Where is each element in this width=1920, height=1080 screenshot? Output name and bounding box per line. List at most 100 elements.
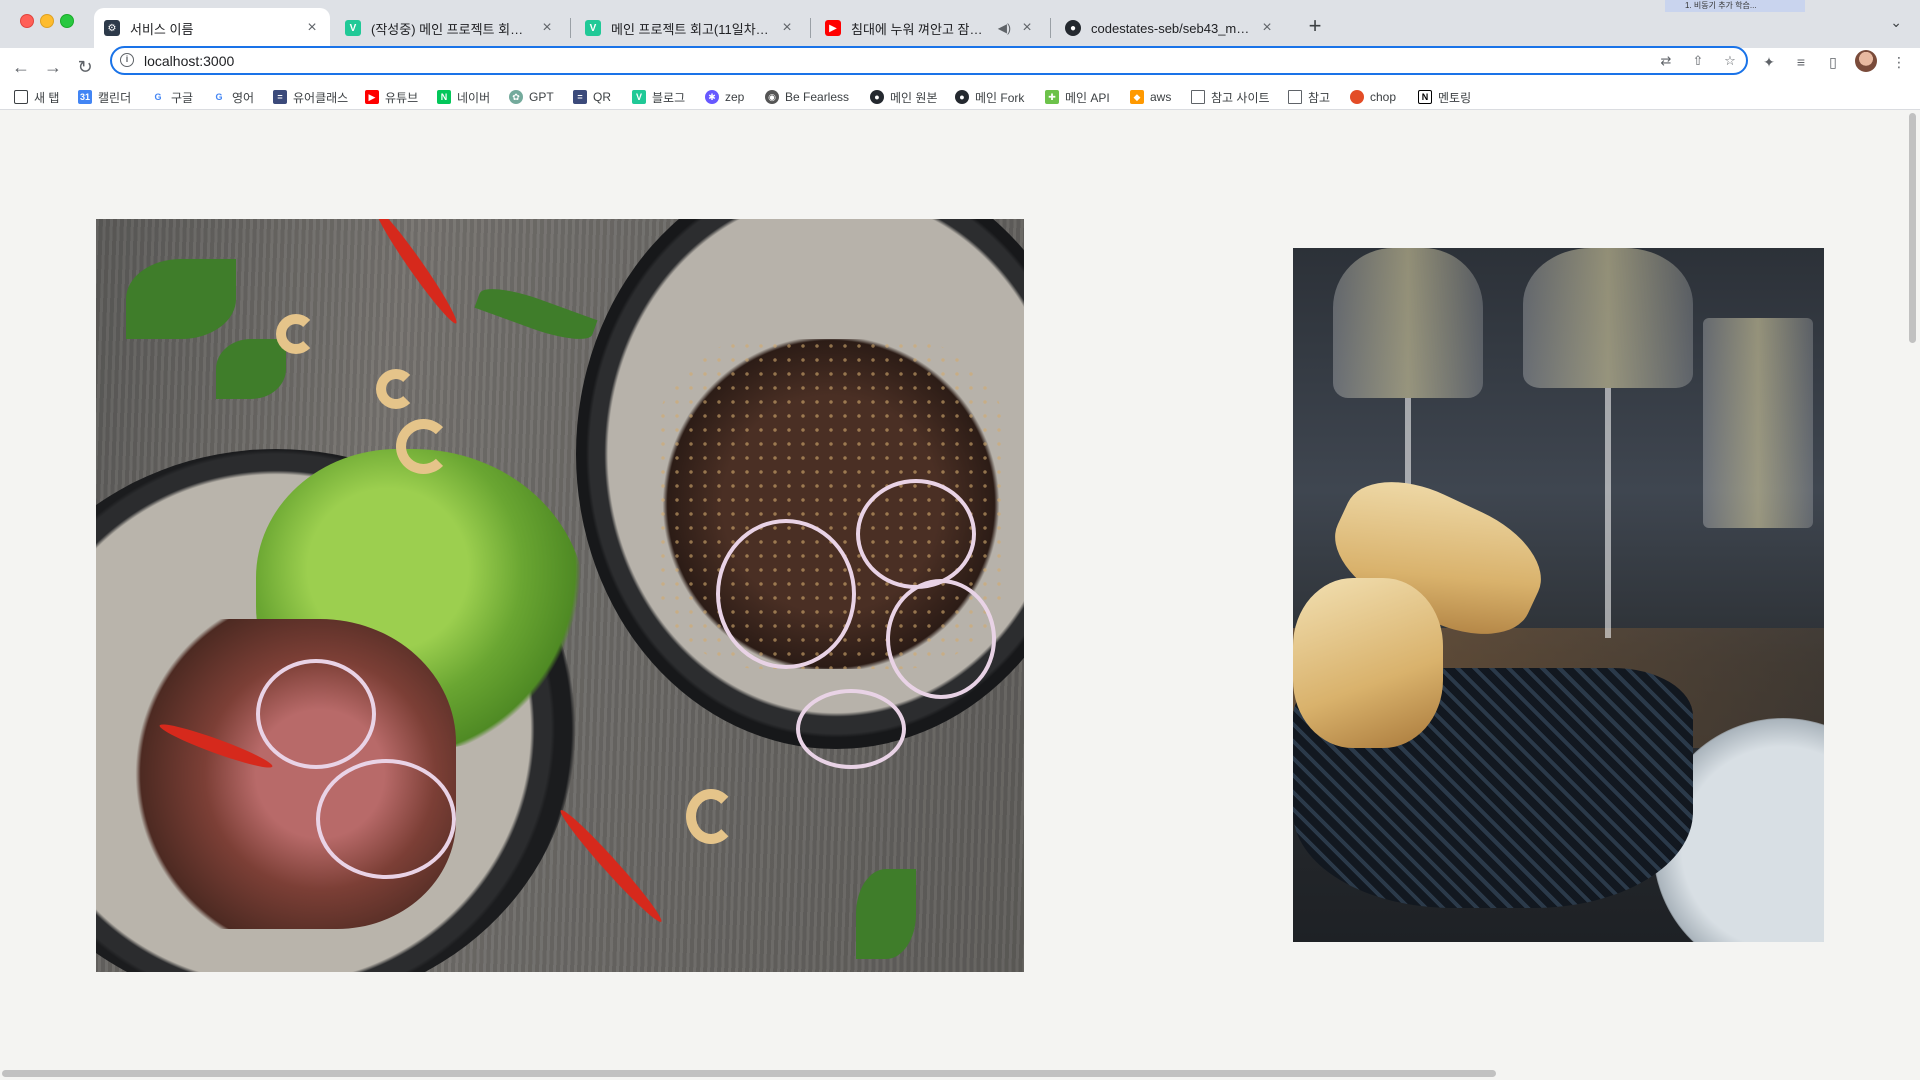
folder-icon [1288,90,1302,104]
bookmark-label: 블로그 [652,90,686,105]
bookmark-main-fork[interactable]: ● 메인 Fork [955,88,1024,106]
tab-youtube[interactable]: ▶ 침대에 누워 껴안고 잠드는 짙은 ◀︎) × [815,8,1045,48]
media-control-icon[interactable]: ≡ [1791,52,1811,72]
bookmark-qr[interactable]: = QR [573,88,611,106]
bookmark-label: QR [593,90,611,104]
tab-velog-day11[interactable]: V 메인 프로젝트 회고(11일차) 23050 × [575,8,805,48]
bread-slice [1293,578,1443,748]
cilantro-leaves [126,259,236,339]
site-info-icon[interactable]: i [120,53,134,67]
vertical-scrollbar[interactable] [1905,111,1920,1069]
close-tab-icon[interactable]: × [1259,20,1275,36]
zep-icon: ✱ [705,90,719,104]
translate-icon[interactable]: ⇄ [1658,53,1674,69]
menu-icon[interactable]: ⋮ [1889,52,1909,72]
onion-ring [316,759,456,879]
onion-ring [716,519,856,669]
bookmark-label: GPT [529,90,554,104]
new-tab-icon [14,90,28,104]
tab-title: codestates-seb/seb43_main_0 [1091,20,1251,36]
bookmark-new-tab[interactable]: 새 탭 [14,88,59,106]
close-tab-icon[interactable]: × [1019,20,1035,36]
address-bar[interactable]: i localhost:3000 ⇄ ⇧ ☆ [110,46,1748,75]
velog-icon: V [345,20,361,36]
horizontal-scrollbar[interactable] [0,1066,1905,1080]
tab-separator [1050,18,1051,38]
tab-github[interactable]: ● codestates-seb/seb43_main_0 × [1055,8,1285,48]
extensions-icon[interactable]: ✦ [1759,52,1779,72]
close-tab-icon[interactable]: × [779,20,795,36]
bookmark-google[interactable]: G 구글 [151,88,193,106]
bookmark-folder-reference[interactable]: 참고 [1288,88,1330,106]
youtube-icon: ▶ [825,20,841,36]
bookmark-label: Be Fearless [785,90,850,104]
eye-icon: ◉ [765,90,779,104]
github-icon: ● [1065,20,1081,36]
restaurant-table-photo [1293,248,1824,942]
folder-icon [1191,90,1205,104]
champagne-glass [1523,248,1693,388]
share-icon[interactable]: ⇧ [1690,53,1706,69]
tab-search-chevron-icon[interactable]: ⌄ [1890,14,1902,31]
velog-icon: V [585,20,601,36]
bookmark-label: 멘토링 [1438,90,1472,105]
tab-strip: ⚙ 서비스 이름 × V (작성중) 메인 프로젝트 회고(12일차) × V … [0,0,1920,48]
bookmark-gpt[interactable]: ✿ GPT [509,88,554,106]
reload-button[interactable]: ↻ [74,56,96,78]
github-icon: ● [955,90,969,104]
urclass-icon: = [273,90,287,104]
side-panel-icon[interactable]: ▯ [1823,52,1843,72]
bookmark-blog[interactable]: V 블로그 [632,88,685,106]
bookmark-mentoring[interactable]: N 멘토링 [1418,88,1471,106]
github-icon: ● [870,90,884,104]
minimize-window-button[interactable] [40,14,54,28]
bookmark-label: 영어 [232,90,255,105]
google-icon: G [154,92,162,102]
bookmark-main-api[interactable]: ✚ 메인 API [1045,88,1110,106]
bookmark-main-origin[interactable]: ● 메인 원본 [870,88,938,106]
bookmark-folder-reference-sites[interactable]: 참고 사이트 [1191,88,1270,106]
bookmark-star-icon[interactable]: ☆ [1722,53,1738,69]
app-icon: ⚙ [104,20,120,36]
back-button[interactable]: ← [10,56,32,78]
bookmark-be-fearless[interactable]: ◉ Be Fearless [765,88,849,106]
horizontal-scrollbar-thumb[interactable] [2,1070,1496,1077]
bookmark-label: aws [1150,90,1172,104]
food-plates-photo [96,219,1024,972]
bookmark-label: 구글 [171,90,194,105]
bookmark-naver[interactable]: N 네이버 [437,88,490,106]
bookmark-label: 메인 Fork [975,90,1025,105]
bookmark-label: 메인 API [1065,90,1110,105]
bookmarks-bar: 새 탭 31 캘린더 G 구글 G 영어 = 유어클래스 ▶ 유튜브 N 네이버… [0,84,1920,110]
tab-separator [570,18,571,38]
maximize-window-button[interactable] [60,14,74,28]
bookmark-calendar[interactable]: 31 캘린더 [78,88,131,106]
new-tab-button[interactable]: + [1300,12,1330,42]
tab-service-name[interactable]: ⚙ 서비스 이름 × [94,8,330,48]
bookmark-zep[interactable]: ✱ zep [705,88,744,106]
onion-ring [856,479,976,589]
bookmark-aws[interactable]: ◆ aws [1130,88,1171,106]
bookmark-label: 참고 [1308,90,1331,105]
browser-chrome: ⚙ 서비스 이름 × V (작성중) 메인 프로젝트 회고(12일차) × V … [0,0,1920,110]
tab-title: 침대에 누워 껴안고 잠드는 짙은 [851,21,992,37]
bookmark-english[interactable]: G 영어 [212,88,254,106]
tab-velog-draft[interactable]: V (작성중) 메인 프로젝트 회고(12일차) × [335,8,565,48]
vertical-scrollbar-thumb[interactable] [1909,113,1916,343]
close-tab-icon[interactable]: × [304,20,320,36]
bookmark-label: 메인 원본 [890,90,938,105]
glass-stem [1605,388,1611,638]
bookmark-chop[interactable]: chop [1350,88,1396,106]
bookmark-label: 유튜브 [385,90,419,105]
bookmark-urclass[interactable]: = 유어클래스 [273,88,348,106]
forward-button[interactable]: → [42,56,64,78]
tab-title: 서비스 이름 [130,21,194,37]
openai-icon: ✿ [509,90,523,104]
aws-icon: ◆ [1130,90,1144,104]
notification-strip: 1. 비동기 추가 학습... [1665,0,1805,12]
bookmark-youtube[interactable]: ▶ 유튜브 [365,88,418,106]
close-tab-icon[interactable]: × [539,20,555,36]
profile-avatar[interactable] [1855,50,1877,72]
speaker-icon[interactable]: ◀︎) [998,21,1011,35]
close-window-button[interactable] [20,14,34,28]
